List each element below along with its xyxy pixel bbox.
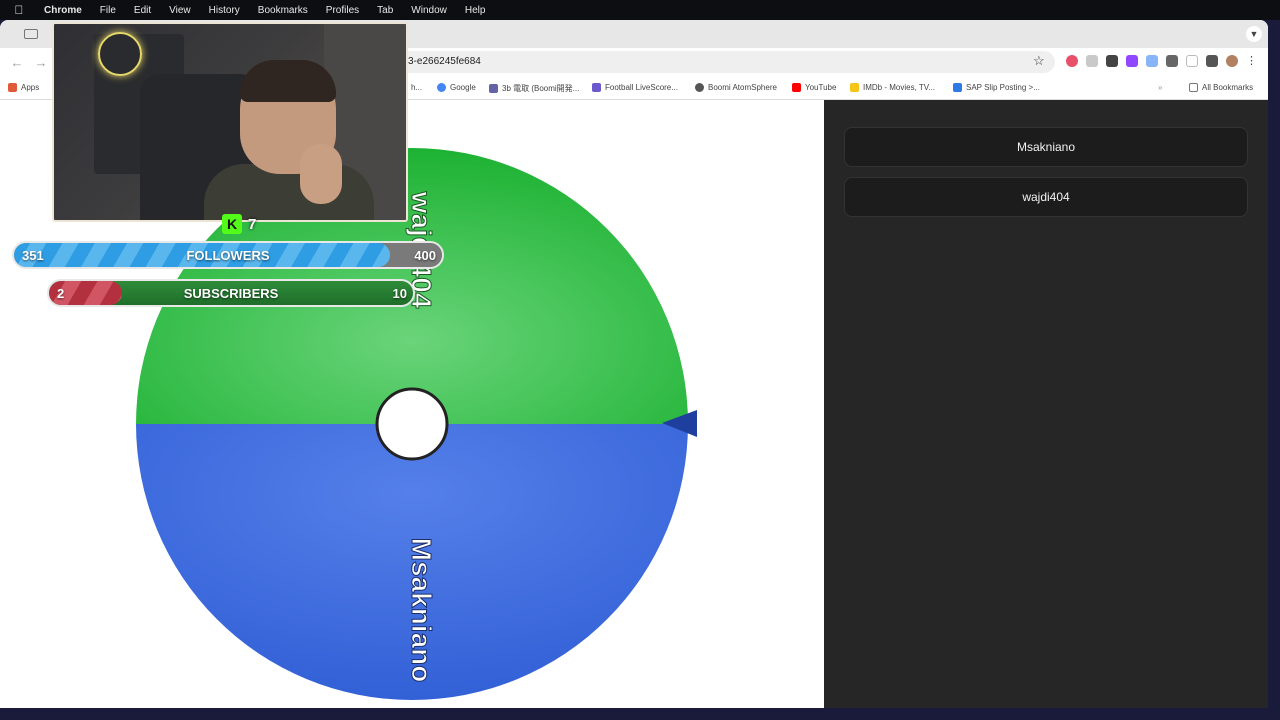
bookmark-teams[interactable]: 3b 電取 (Boomi開発...	[489, 83, 579, 94]
bookmark-item[interactable]: h...	[411, 83, 422, 92]
menu-file[interactable]: File	[100, 5, 116, 16]
macos-menu-bar:  Chrome File Edit View History Bookmark…	[0, 0, 1280, 20]
extension-icons: ⋮	[1066, 54, 1257, 67]
bookmark-label: YouTube	[805, 83, 837, 92]
all-bookmarks-label: All Bookmarks	[1202, 83, 1254, 92]
google-icon	[437, 83, 446, 92]
bookmark-star-icon[interactable]: ☆	[1033, 53, 1045, 69]
kick-logo-icon: K	[222, 214, 242, 234]
menu-edit[interactable]: Edit	[134, 5, 151, 16]
extension-k-icon[interactable]	[1086, 54, 1098, 67]
teams-icon	[489, 84, 498, 93]
tab-search-icon[interactable]	[24, 29, 38, 39]
streamer-hand	[300, 144, 342, 204]
names-panel: Msakniano wajdi404	[824, 100, 1268, 708]
bookmark-imdb[interactable]: IMDb - Movies, TV...	[850, 83, 935, 92]
extension-blue-icon[interactable]	[1146, 54, 1158, 67]
bookmark-label: Google	[450, 83, 476, 92]
menu-view[interactable]: View	[169, 5, 191, 16]
twitch-icon[interactable]	[1126, 54, 1138, 67]
name-entry[interactable]: Msakniano	[844, 127, 1248, 167]
all-bookmarks[interactable]: All Bookmarks	[1189, 83, 1253, 92]
subscribers-label: SUBSCRIBERS	[183, 286, 279, 301]
bookmark-label: SAP Slip Posting >...	[966, 83, 1040, 92]
imdb-icon	[850, 83, 859, 92]
menu-help[interactable]: Help	[465, 5, 486, 16]
neon-sign-icon	[98, 32, 142, 76]
menu-profiles[interactable]: Profiles	[326, 5, 359, 16]
kick-viewer-count: 7	[248, 215, 257, 233]
streamer-hair-top	[240, 60, 336, 102]
bookmark-label: Apps	[21, 83, 40, 92]
bookmark-label: Boomi AtomSphere	[708, 83, 777, 92]
bookmark-label: h...	[411, 83, 423, 92]
bookmark-label: 3b 電取 (Boomi開発...	[502, 84, 580, 93]
spacer-icon	[1186, 54, 1198, 67]
followers-goal: 400	[414, 248, 436, 263]
media-icon[interactable]	[1206, 54, 1218, 67]
boomi-icon	[695, 83, 704, 92]
puzzle-icon[interactable]	[1166, 54, 1178, 67]
menu-window[interactable]: Window	[411, 5, 447, 16]
subscribers-goal-bar: 2 SUBSCRIBERS 10	[47, 279, 415, 307]
apple-icon[interactable]: 	[12, 3, 26, 17]
bookmark-youtube[interactable]: YouTube	[792, 83, 836, 92]
bookmark-google[interactable]: Google	[437, 83, 476, 92]
wheel-label-msakniano: Msakniano	[406, 538, 437, 683]
bookmark-football[interactable]: Football LiveScore...	[592, 83, 678, 92]
bookmark-apps[interactable]: Apps	[8, 83, 39, 92]
adblock-icon[interactable]	[1066, 54, 1078, 67]
webcam-overlay	[52, 22, 408, 222]
wheel-center-hub[interactable]	[375, 387, 449, 461]
folder-icon	[1189, 83, 1198, 92]
profile-avatar-icon[interactable]	[1226, 54, 1238, 67]
youtube-icon	[792, 83, 801, 92]
bookmark-sap[interactable]: SAP Slip Posting >...	[953, 83, 1040, 92]
followers-goal-bar: 351 FOLLOWERS 400	[12, 241, 444, 269]
football-icon	[592, 83, 601, 92]
menu-app-name[interactable]: Chrome	[44, 5, 82, 16]
name-entry[interactable]: wajdi404	[844, 177, 1248, 217]
bookmark-label: Football LiveScore...	[605, 83, 678, 92]
bookmark-label: IMDb - Movies, TV...	[863, 83, 936, 92]
menu-tab[interactable]: Tab	[377, 5, 393, 16]
kebab-menu-icon[interactable]: ⋮	[1246, 54, 1257, 67]
followers-label: FOLLOWERS	[186, 248, 270, 263]
kick-viewer-badge: K 7	[222, 214, 256, 234]
sap-icon	[953, 83, 962, 92]
subscribers-goal: 10	[392, 286, 407, 301]
bookmarks-overflow-icon[interactable]: »	[1158, 83, 1162, 92]
apps-grid-icon	[8, 83, 17, 92]
url-text: 3-e266245fe684	[408, 56, 481, 67]
menu-history[interactable]: History	[209, 5, 240, 16]
bookmark-boomi[interactable]: Boomi AtomSphere	[695, 83, 777, 92]
extension-box-icon[interactable]	[1106, 54, 1118, 67]
menu-bookmarks[interactable]: Bookmarks	[258, 5, 308, 16]
back-arrow-icon[interactable]: ←	[10, 55, 24, 70]
chevron-down-icon[interactable]: ▼	[1246, 26, 1262, 42]
forward-arrow-icon[interactable]: →	[34, 55, 48, 70]
